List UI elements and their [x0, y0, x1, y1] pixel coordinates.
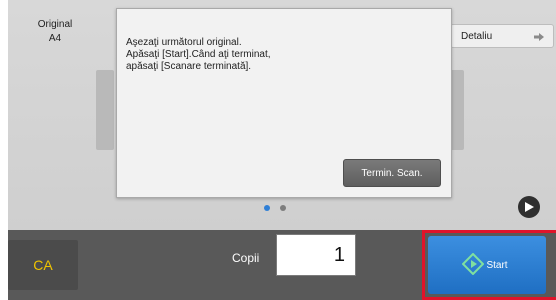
original-label: Original	[37, 19, 73, 30]
next-original-dialog: Aşezaţi următorul original. Apăsaţi [Sta…	[116, 8, 452, 198]
start-label: Start	[486, 259, 508, 271]
preview-page-right	[450, 70, 464, 150]
finish-scan-button[interactable]: Termin. Scan.	[343, 159, 441, 187]
dialog-line-1: Aşezaţi următorul original.	[126, 37, 242, 48]
copier-screen: Original A4 Detaliu Aşezaţi următorul or…	[8, 0, 556, 300]
details-label: Detaliu	[461, 30, 493, 42]
copies-field[interactable]: 1	[276, 234, 356, 276]
play-icon	[525, 202, 534, 212]
page-dot[interactable]	[280, 205, 286, 211]
dialog-line-2: Apăsaţi [Start].Când aţi terminat,	[126, 49, 271, 60]
copies-label: Copii	[232, 251, 260, 265]
details-button[interactable]: Detaliu	[450, 24, 554, 48]
clear-all-button[interactable]: CA	[8, 240, 78, 290]
original-indicator[interactable]: Original A4	[30, 18, 80, 46]
arrow-right-icon	[534, 33, 544, 41]
preview-page-left	[96, 70, 114, 150]
start-diamond-icon	[462, 253, 484, 275]
original-size: A4	[48, 33, 62, 44]
page-indicator	[264, 205, 286, 211]
start-button[interactable]: Start	[428, 236, 546, 294]
bottom-action-bar: CA Copii 1 Start	[8, 230, 556, 300]
dialog-line-3: apăsaţi [Scanare terminată].	[126, 61, 252, 72]
page-dot-active[interactable]	[264, 205, 270, 211]
dialog-message: Aşezaţi următorul original. Apăsaţi [Sta…	[126, 37, 426, 73]
play-button[interactable]	[518, 196, 540, 218]
